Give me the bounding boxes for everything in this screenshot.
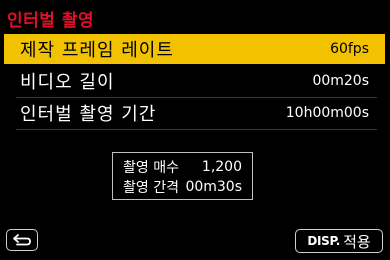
menu-item-label: 비디오 길이 — [20, 72, 115, 93]
settings-menu: 제작 프레임 레이트 60fps 비디오 길이 00m20s 인터벌 촬영 기간… — [4, 34, 385, 130]
menu-item-value: 10h00m00s — [285, 105, 369, 121]
page-title: 인터벌 촬영 — [7, 11, 95, 31]
return-arrow-icon — [13, 234, 31, 246]
apply-button[interactable]: DISP. 적용 — [295, 229, 383, 253]
apply-label: 적용 — [343, 232, 371, 251]
shooting-info-box: 촬영 매수 1,200 촬영 간격 00m30s — [112, 152, 253, 200]
menu-item-value: 60fps — [330, 41, 369, 57]
menu-item-value: 00m20s — [312, 73, 369, 89]
row-divider — [16, 129, 377, 130]
disp-key-label: DISP. — [307, 234, 341, 248]
shots-label: 촬영 매수 — [123, 160, 179, 176]
shots-line: 촬영 매수 1,200 — [123, 157, 242, 177]
menu-item-label: 제작 프레임 레이트 — [20, 40, 174, 61]
back-button[interactable] — [6, 229, 38, 251]
interval-label: 촬영 간격 — [123, 180, 179, 196]
interval-value: 00m30s — [185, 179, 242, 195]
interval-line: 촬영 간격 00m30s — [123, 177, 242, 197]
menu-item-label: 인터벌 촬영 기간 — [20, 104, 157, 125]
menu-item-interval-duration[interactable]: 인터벌 촬영 기간 10h00m00s — [4, 98, 385, 130]
shots-value: 1,200 — [201, 159, 242, 175]
menu-item-frame-rate[interactable]: 제작 프레임 레이트 60fps — [4, 34, 385, 64]
menu-item-video-length[interactable]: 비디오 길이 00m20s — [4, 66, 385, 98]
